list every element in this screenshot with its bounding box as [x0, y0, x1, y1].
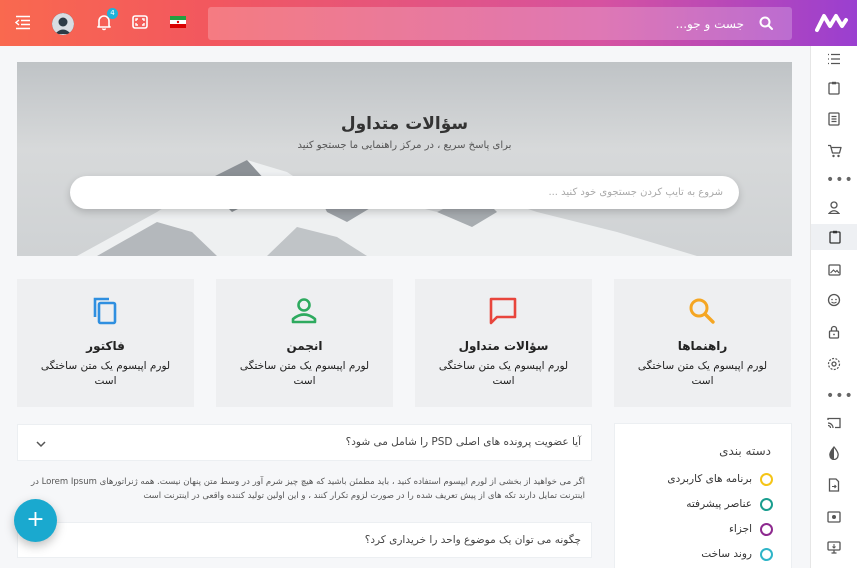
- card-text: لورم اپیسوم یک متن ساختگی است: [40, 360, 171, 387]
- category-label: روند ساخت: [701, 548, 752, 560]
- category-label: عناصر پیشرفته: [686, 498, 752, 510]
- card-title: انجمن: [286, 339, 323, 353]
- search-icon: [689, 298, 715, 324]
- faq-item[interactable]: چگونه می توان یک موضوع واحد را خریداری ک…: [17, 522, 592, 558]
- cart-icon[interactable]: [823, 140, 845, 162]
- sidebar-item-faq-active[interactable]: [811, 224, 857, 250]
- hero-search[interactable]: [70, 176, 739, 209]
- menu-toggle-icon[interactable]: [15, 15, 31, 30]
- card-text: لورم اپیسوم یک متن ساختگی است: [637, 360, 768, 387]
- copy-icon: [93, 297, 117, 325]
- category-item[interactable]: عناصر پیشرفته: [686, 496, 773, 512]
- category-label: برنامه های کاربردی: [667, 473, 752, 485]
- faq-item[interactable]: آیا عضویت پرونده های اصلی PSD را شامل می…: [17, 424, 592, 461]
- list-icon[interactable]: [823, 48, 845, 70]
- face-icon[interactable]: [823, 289, 845, 311]
- header-search[interactable]: [208, 7, 792, 40]
- fullscreen-icon[interactable]: [131, 13, 149, 31]
- language-flag-iran[interactable]: [170, 16, 186, 28]
- category-item[interactable]: برنامه های کاربردی: [667, 471, 773, 487]
- monitor-icon[interactable]: [823, 536, 845, 558]
- hero-search-input[interactable]: [93, 176, 723, 209]
- category-ring-icon: [760, 522, 773, 536]
- faq-question[interactable]: چگونه می توان یک موضوع واحد را خریداری ک…: [365, 523, 581, 557]
- search-input[interactable]: [264, 7, 744, 40]
- card-title: سؤالات متداول: [458, 339, 549, 353]
- card-forum[interactable]: انجمن لورم اپیسوم یک متن ساختگی است: [216, 279, 393, 407]
- faq-question[interactable]: آیا عضویت پرونده های اصلی PSD را شامل می…: [346, 425, 581, 460]
- image-icon[interactable]: [823, 259, 845, 281]
- category-item[interactable]: اجزاء: [729, 521, 773, 537]
- category-item[interactable]: روند ساخت: [701, 546, 773, 562]
- faq-answer: اگر می خواهید از بخشی از لورم ایپسوم است…: [30, 477, 585, 501]
- card-title: راهنماها: [677, 339, 728, 353]
- category-ring-icon: [760, 497, 773, 511]
- clipboard-icon: [828, 230, 841, 244]
- categories-title: دسته بندی: [719, 444, 771, 458]
- more-dots-icon: •••: [826, 172, 854, 188]
- category-ring-icon: [760, 472, 773, 486]
- more-dots-icon: •••: [826, 388, 854, 404]
- hero-title: سؤالات متداول: [340, 114, 469, 134]
- sidebar: ••• •••: [810, 46, 857, 568]
- add-fab-button[interactable]: +: [14, 499, 57, 542]
- chat-icon: [489, 297, 517, 325]
- top-bar: 4: [0, 0, 857, 46]
- category-label: اجزاء: [728, 523, 752, 535]
- categories-panel: دسته بندی برنامه های کاربردی عناصر پیشرف…: [614, 423, 792, 568]
- search-icon[interactable]: [758, 15, 774, 31]
- category-ring-icon: [760, 547, 773, 561]
- lock-icon[interactable]: [823, 321, 845, 343]
- file-export-icon[interactable]: [823, 474, 845, 496]
- card-faq[interactable]: سؤالات متداول لورم اپیسوم یک متن ساختگی …: [415, 279, 592, 407]
- clipboard-icon[interactable]: [823, 77, 845, 99]
- contrast-icon[interactable]: [823, 442, 845, 464]
- document-icon[interactable]: [823, 108, 845, 130]
- logo[interactable]: [815, 10, 849, 36]
- card-title: فاکتور: [86, 339, 125, 353]
- settings-icon[interactable]: [823, 353, 845, 375]
- hero-subtitle: برای پاسخ سریع ، در مرکز راهنمایی ما جست…: [297, 140, 512, 151]
- card-text: لورم اپیسوم یک متن ساختگی است: [438, 360, 569, 387]
- user-icon: [291, 298, 317, 324]
- notification-badge: 4: [107, 8, 118, 19]
- card-invoice[interactable]: فاکتور لورم اپیسوم یک متن ساختگی است: [17, 279, 194, 407]
- user-icon[interactable]: [823, 196, 845, 218]
- avatar[interactable]: [52, 13, 74, 35]
- chevron-down-icon[interactable]: [36, 440, 46, 448]
- mountain-background-image: [77, 160, 697, 256]
- hero-banner: سؤالات متداول برای پاسخ سریع ، در مرکز ر…: [17, 62, 792, 256]
- card-icon[interactable]: [823, 506, 845, 528]
- card-guides[interactable]: راهنماها لورم اپیسوم یک متن ساختگی است: [614, 279, 791, 407]
- card-text: لورم اپیسوم یک متن ساختگی است: [239, 360, 370, 387]
- cast-icon[interactable]: [823, 412, 845, 434]
